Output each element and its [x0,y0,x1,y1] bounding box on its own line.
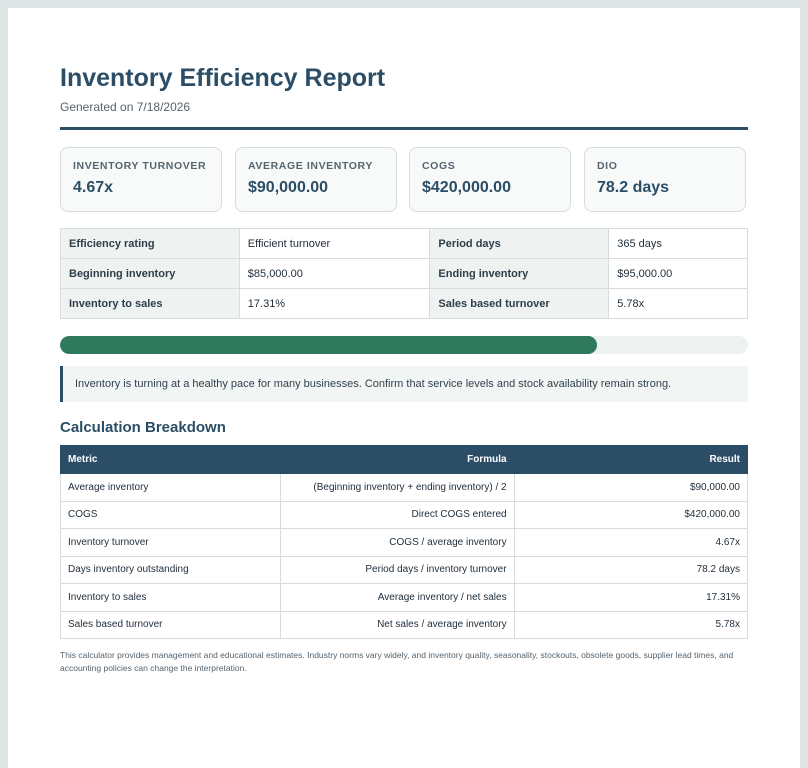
metric-card-value: 78.2 days [597,179,670,196]
report-page: Inventory Efficiency Report Generated on… [8,8,800,768]
column-header-formula: Formula [279,445,515,474]
breakdown-table: Metric Formula Result Average inventory … [60,445,749,639]
column-header-metric: Metric [60,445,281,474]
metric-card-label: INVENTORY TURNOVER [73,160,207,172]
table-row: Days inventory outstanding Period days /… [60,555,749,584]
formula-cell: Net sales / average inventory [279,610,515,639]
metric-cell: Days inventory outstanding [60,555,281,584]
title-divider [60,127,748,130]
breakdown-title: Calculation Breakdown [60,419,226,436]
result-cell: 4.67x [513,528,749,557]
generated-date: Generated on 7/18/2026 [60,100,191,114]
summary-value: 17.31% [238,288,431,319]
interpretation-note: Inventory is turning at a healthy pace f… [60,366,748,402]
formula-cell: Average inventory / net sales [279,583,515,612]
summary-row: Beginning inventory $85,000.00 Ending in… [60,258,748,289]
result-cell: $90,000.00 [513,473,749,502]
summary-key: Beginning inventory [60,258,240,289]
metric-card-label: AVERAGE INVENTORY [248,160,373,172]
metric-card-value: $90,000.00 [248,179,329,196]
summary-key: Ending inventory [429,258,610,289]
metric-cell: COGS [60,500,281,529]
summary-table: Efficiency rating Efficient turnover Per… [60,228,748,319]
summary-key: Period days [429,228,610,259]
metric-cell: Inventory turnover [60,528,281,557]
efficiency-progress-fill [60,336,597,354]
summary-key: Efficiency rating [60,228,240,259]
summary-row: Inventory to sales 17.31% Sales based tu… [60,288,748,319]
column-header-result: Result [513,445,749,474]
metric-card-label: COGS [422,160,456,172]
formula-cell: Period days / inventory turnover [279,555,515,584]
breakdown-header-row: Metric Formula Result [60,445,749,474]
metric-cards: INVENTORY TURNOVER 4.67x AVERAGE INVENTO… [60,147,748,214]
metric-card-inventory-turnover: INVENTORY TURNOVER 4.67x [60,147,222,212]
summary-key: Sales based turnover [429,288,610,319]
result-cell: 5.78x [513,610,749,639]
summary-value: Efficient turnover [238,228,431,259]
formula-cell: COGS / average inventory [279,528,515,557]
result-cell: 17.31% [513,583,749,612]
metric-card-value: $420,000.00 [422,179,511,196]
table-row: Sales based turnover Net sales / average… [60,610,749,639]
table-row: Inventory turnover COGS / average invent… [60,528,749,557]
table-row: Average inventory (Beginning inventory +… [60,473,749,502]
summary-value: $85,000.00 [238,258,431,289]
result-cell: 78.2 days [513,555,749,584]
summary-value: 5.78x [608,288,748,319]
summary-key: Inventory to sales [60,288,240,319]
metric-cell: Inventory to sales [60,583,281,612]
table-row: Inventory to sales Average inventory / n… [60,583,749,612]
page-title: Inventory Efficiency Report [60,64,386,92]
efficiency-progress-bar [60,336,748,354]
disclaimer-text: This calculator provides management and … [60,650,734,673]
formula-cell: Direct COGS entered [279,500,515,529]
formula-cell: (Beginning inventory + ending inventory)… [279,473,515,502]
result-cell: $420,000.00 [513,500,749,529]
metric-card-value: 4.67x [73,179,114,196]
metric-card-dio: DIO 78.2 days [584,147,746,212]
metric-card-average-inventory: AVERAGE INVENTORY $90,000.00 [235,147,397,212]
metric-cell: Average inventory [60,473,281,502]
summary-value: 365 days [608,228,748,259]
summary-value: $95,000.00 [608,258,748,289]
summary-row: Efficiency rating Efficient turnover Per… [60,228,748,259]
metric-cell: Sales based turnover [60,610,281,639]
metric-card-label: DIO [597,160,618,172]
table-row: COGS Direct COGS entered $420,000.00 [60,500,749,529]
metric-card-cogs: COGS $420,000.00 [409,147,571,212]
